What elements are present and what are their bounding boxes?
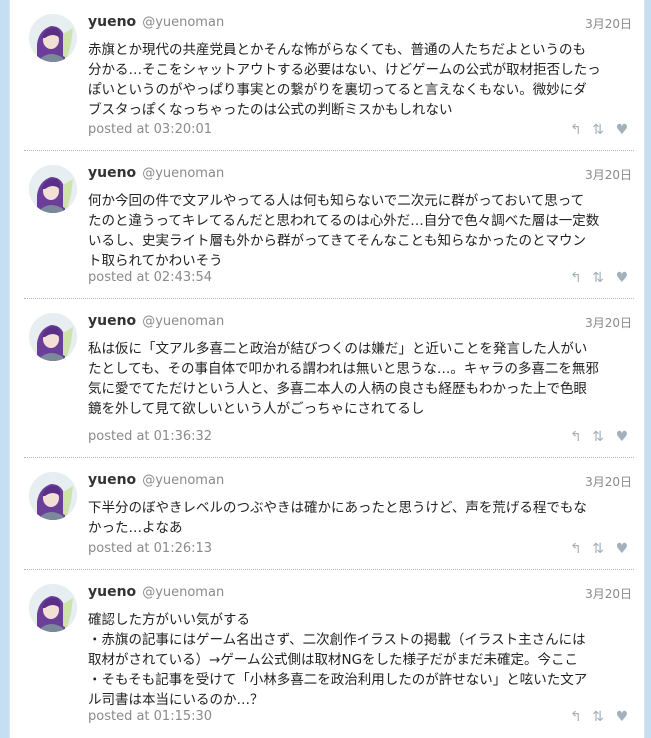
tweet-date[interactable]: 3月20日 [585,314,632,331]
timeline: yueno @yuenoman 3月20日 赤旗とか現代の共産党員とかそんな怖がら… [9,0,645,738]
tweet-text: 下半分のぼやきレベルのつぶやきは確かにあったと思うけど、声を荒げる程でもな かっ… [88,500,587,536]
tweet-actions: ↰ ⇅ ♥ [568,122,632,138]
tweet-actions: ↰ ⇅ ♥ [568,270,632,286]
retweet-icon[interactable]: ⇅ [590,541,606,557]
retweet-icon[interactable]: ⇅ [590,122,606,138]
reply-icon[interactable]: ↰ [568,122,584,138]
posted-time[interactable]: posted at 01:15:30 [88,709,212,724]
reply-icon[interactable]: ↰ [568,541,584,557]
heart-icon[interactable]: ♥ [614,541,630,557]
user-handle[interactable]: @yuenoman [142,473,224,488]
user-name[interactable]: yueno [88,313,136,329]
tweet-actions: ↰ ⇅ ♥ [568,541,632,557]
heart-icon[interactable]: ♥ [614,709,630,725]
avatar[interactable] [29,14,77,62]
reply-icon[interactable]: ↰ [568,709,584,725]
user-handle[interactable]: @yuenoman [142,15,224,30]
avatar[interactable] [29,313,77,361]
tweet-header: yueno @yuenoman 3月20日 [88,165,632,185]
tweet-text: 私は仮に「文アル多喜二と政治が結びつくのは嫌だ」と近いことを発言した人がい たと… [88,341,599,417]
tweet: yueno @yuenoman 3月20日 下半分のぼやきレベルのつぶやきは確かに… [24,458,634,570]
tweet-date[interactable]: 3月20日 [585,15,632,32]
tweet: yueno @yuenoman 3月20日 確認した方がいい気がする ・赤旗の記事… [24,570,634,738]
tweet-text: 赤旗とか現代の共産党員とかそんな怖がらなくても、普通の人たちだよというのも 分か… [88,42,601,118]
user-name[interactable]: yueno [88,472,136,488]
user-handle[interactable]: @yuenoman [142,314,224,329]
user-name[interactable]: yueno [88,584,136,600]
tweet: yueno @yuenoman 3月20日 何か今回の件で文アルやってる人は何も知… [24,151,634,299]
tweet-header: yueno @yuenoman 3月20日 [88,584,632,604]
tweet: yueno @yuenoman 3月20日 赤旗とか現代の共産党員とかそんな怖がら… [24,0,634,151]
reply-icon[interactable]: ↰ [568,429,584,445]
reply-icon[interactable]: ↰ [568,270,584,286]
avatar[interactable] [29,165,77,213]
user-handle[interactable]: @yuenoman [142,585,224,600]
avatar[interactable] [29,472,77,520]
heart-icon[interactable]: ♥ [614,122,630,138]
heart-icon[interactable]: ♥ [614,429,630,445]
tweet-actions: ↰ ⇅ ♥ [568,429,632,445]
posted-time[interactable]: posted at 03:20:01 [88,122,212,137]
tweet-date[interactable]: 3月20日 [585,166,632,183]
avatar[interactable] [29,584,77,632]
retweet-icon[interactable]: ⇅ [590,270,606,286]
heart-icon[interactable]: ♥ [614,270,630,286]
user-name[interactable]: yueno [88,165,136,181]
posted-time[interactable]: posted at 01:36:32 [88,429,212,444]
tweet-text: 確認した方がいい気がする ・赤旗の記事にはゲーム名出さず、二次創作イラストの掲載… [88,612,588,708]
tweet-actions: ↰ ⇅ ♥ [568,709,632,725]
user-handle[interactable]: @yuenoman [142,166,224,181]
user-name[interactable]: yueno [88,14,136,30]
posted-time[interactable]: posted at 01:26:13 [88,541,212,556]
tweet-date[interactable]: 3月20日 [585,473,632,490]
tweet-header: yueno @yuenoman 3月20日 [88,472,632,492]
tweet: yueno @yuenoman 3月20日 私は仮に「文アル多喜二と政治が結びつく… [24,299,634,458]
tweet-header: yueno @yuenoman 3月20日 [88,313,632,333]
tweet-text: 何か今回の件で文アルやってる人は何も知らないで二次元に群がっておいて思って たの… [88,193,600,269]
tweet-date[interactable]: 3月20日 [585,585,632,602]
tweet-header: yueno @yuenoman 3月20日 [88,14,632,34]
retweet-icon[interactable]: ⇅ [590,709,606,725]
retweet-icon[interactable]: ⇅ [590,429,606,445]
posted-time[interactable]: posted at 02:43:54 [88,270,212,285]
